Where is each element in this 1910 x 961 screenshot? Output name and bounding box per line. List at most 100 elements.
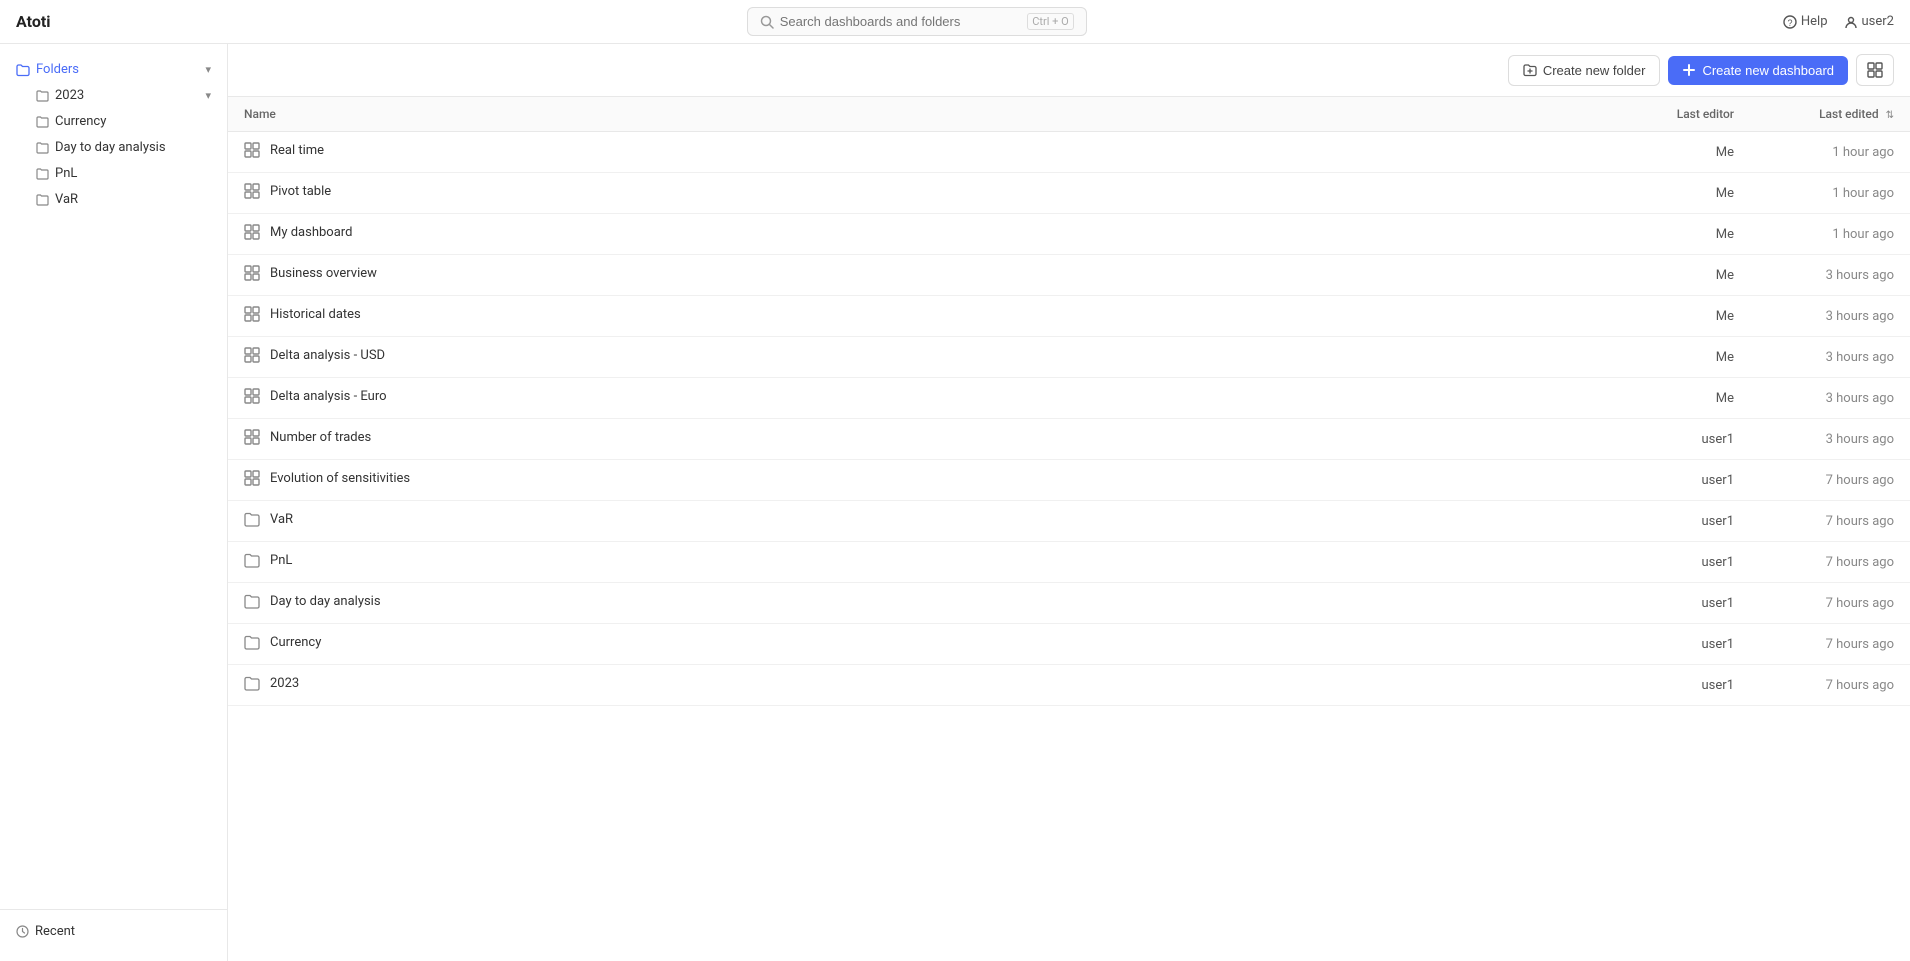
folder-icon <box>36 89 49 102</box>
row-time: 1 hour ago <box>1750 214 1910 255</box>
table-row[interactable]: Currency user1 7 hours ago <box>228 624 1910 665</box>
search-input[interactable] <box>780 14 1022 29</box>
sidebar-var-label: VaR <box>55 192 78 207</box>
folder-icon <box>36 141 49 154</box>
row-time: 7 hours ago <box>1750 501 1910 542</box>
dashboard-row-icon <box>244 142 260 158</box>
table-row[interactable]: Day to day analysis user1 7 hours ago <box>228 583 1910 624</box>
sidebar-day-to-day-label: Day to day analysis <box>55 140 166 155</box>
folder-row-icon <box>244 634 260 650</box>
table-row[interactable]: 2023 user1 7 hours ago <box>228 665 1910 706</box>
help-label: Help <box>1801 14 1828 29</box>
recent-label: Recent <box>35 924 75 939</box>
row-time: 1 hour ago <box>1750 132 1910 173</box>
column-last-editor: Last editor <box>1590 97 1750 132</box>
sidebar-bottom: Recent <box>0 909 227 953</box>
sidebar-item-2023[interactable]: 2023 ▾ <box>12 83 223 108</box>
folder-row-icon <box>244 675 260 691</box>
search-bar[interactable]: Ctrl + O <box>747 7 1087 36</box>
sidebar-pnl-label: PnL <box>55 166 77 181</box>
sidebar-2023-label: 2023 <box>55 88 84 103</box>
row-editor: user1 <box>1590 665 1750 706</box>
help-icon: ? <box>1783 15 1797 29</box>
row-editor: Me <box>1590 214 1750 255</box>
plus-icon <box>1682 63 1696 77</box>
table-row[interactable]: PnL user1 7 hours ago <box>228 542 1910 583</box>
row-name: Currency <box>228 624 1590 665</box>
row-name: Real time <box>228 132 1590 173</box>
row-editor: Me <box>1590 378 1750 419</box>
sort-icon: ⇅ <box>1886 110 1894 121</box>
dashboard-row-icon <box>244 224 260 240</box>
sidebar-item-day-to-day[interactable]: Day to day analysis <box>12 135 223 160</box>
row-time: 7 hours ago <box>1750 665 1910 706</box>
folder-icon <box>36 115 49 128</box>
row-name: Pivot table <box>228 173 1590 214</box>
row-time: 7 hours ago <box>1750 624 1910 665</box>
grid-view-button[interactable] <box>1856 54 1894 86</box>
search-icon <box>760 15 774 29</box>
dashboard-row-icon <box>244 347 260 363</box>
row-name: 2023 <box>228 665 1590 706</box>
table-row[interactable]: Evolution of sensitivities user1 7 hours… <box>228 460 1910 501</box>
sidebar-currency-label: Currency <box>55 114 106 129</box>
chevron-down-icon: ▾ <box>205 89 211 102</box>
folders-label: Folders <box>36 62 79 77</box>
table-row[interactable]: Delta analysis - USD Me 3 hours ago <box>228 337 1910 378</box>
user-label: user2 <box>1862 14 1894 29</box>
row-editor: Me <box>1590 296 1750 337</box>
table-row[interactable]: VaR user1 7 hours ago <box>228 501 1910 542</box>
row-editor: Me <box>1590 337 1750 378</box>
create-dashboard-button[interactable]: Create new dashboard <box>1668 56 1848 85</box>
row-name: Historical dates <box>228 296 1590 337</box>
row-editor: user1 <box>1590 583 1750 624</box>
table-row[interactable]: Delta analysis - Euro Me 3 hours ago <box>228 378 1910 419</box>
row-time: 7 hours ago <box>1750 460 1910 501</box>
sidebar-item-var[interactable]: VaR <box>12 187 223 212</box>
topbar-right: ? Help user2 <box>1783 14 1894 29</box>
folder-icon <box>36 167 49 180</box>
svg-text:?: ? <box>1787 18 1792 28</box>
sidebar-item-currency[interactable]: Currency <box>12 109 223 134</box>
create-dashboard-label: Create new dashboard <box>1702 63 1834 78</box>
row-name: VaR <box>228 501 1590 542</box>
table-row[interactable]: Historical dates Me 3 hours ago <box>228 296 1910 337</box>
row-time: 7 hours ago <box>1750 583 1910 624</box>
row-name: Evolution of sensitivities <box>228 460 1590 501</box>
dashboard-row-icon <box>244 306 260 322</box>
user-menu[interactable]: user2 <box>1844 14 1894 29</box>
row-time: 3 hours ago <box>1750 255 1910 296</box>
row-name: Business overview <box>228 255 1590 296</box>
row-editor: Me <box>1590 132 1750 173</box>
table-row[interactable]: Pivot table Me 1 hour ago <box>228 173 1910 214</box>
column-last-edited[interactable]: Last edited ⇅ <box>1750 97 1910 132</box>
sidebar-2023-item: 2023 ▾ Currency Day to day analysis <box>0 83 227 212</box>
sidebar-item-recent[interactable]: Recent <box>4 919 223 944</box>
row-editor: user1 <box>1590 542 1750 583</box>
search-shortcut: Ctrl + O <box>1027 13 1073 30</box>
dashboard-row-icon <box>244 265 260 281</box>
create-folder-button[interactable]: Create new folder <box>1508 55 1661 86</box>
row-editor: user1 <box>1590 501 1750 542</box>
content-header: Create new folder Create new dashboard <box>228 44 1910 97</box>
table-row[interactable]: My dashboard Me 1 hour ago <box>228 214 1910 255</box>
sidebar-item-folders[interactable]: Folders ▾ <box>4 57 223 82</box>
topbar: Atoti Ctrl + O ? Help user2 <box>0 0 1910 44</box>
row-time: 3 hours ago <box>1750 378 1910 419</box>
folder-icon <box>36 193 49 206</box>
help-button[interactable]: ? Help <box>1783 14 1828 29</box>
row-editor: user1 <box>1590 624 1750 665</box>
content-area: Create new folder Create new dashboard <box>228 44 1910 961</box>
create-folder-label: Create new folder <box>1543 63 1646 78</box>
sidebar-item-pnl[interactable]: PnL <box>12 161 223 186</box>
main-layout: Folders ▾ 2023 ▾ Currency <box>0 44 1910 961</box>
row-time: 3 hours ago <box>1750 419 1910 460</box>
folder-row-icon <box>244 552 260 568</box>
table-row[interactable]: Number of trades user1 3 hours ago <box>228 419 1910 460</box>
table-row[interactable]: Real time Me 1 hour ago <box>228 132 1910 173</box>
chevron-down-icon: ▾ <box>205 63 211 76</box>
column-name: Name <box>228 97 1590 132</box>
table-row[interactable]: Business overview Me 3 hours ago <box>228 255 1910 296</box>
user-icon <box>1844 15 1858 29</box>
row-name: Delta analysis - USD <box>228 337 1590 378</box>
